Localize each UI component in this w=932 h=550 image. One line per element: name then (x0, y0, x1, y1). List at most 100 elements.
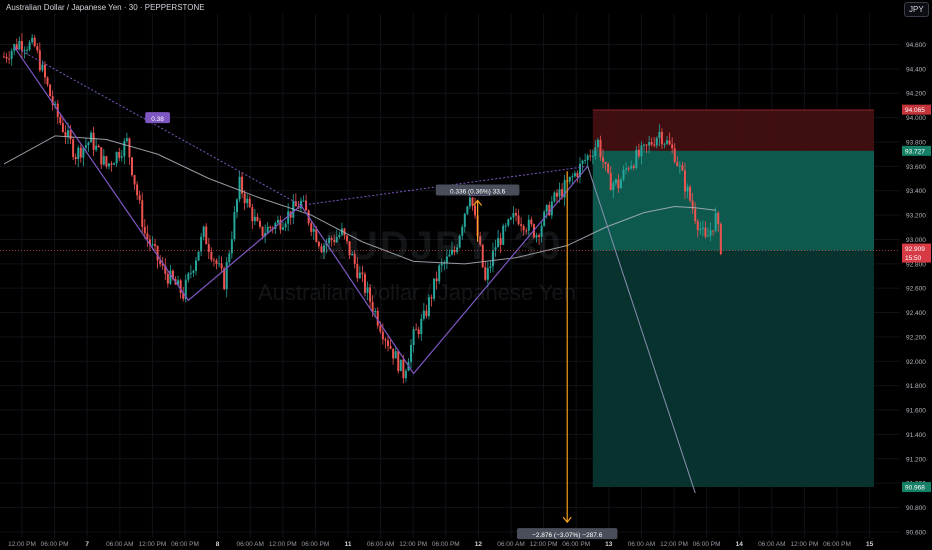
last-price-label: 92.909 (902, 243, 931, 254)
candle (238, 171, 241, 203)
candle-body (573, 173, 576, 177)
candle (509, 216, 512, 221)
candle (33, 34, 36, 48)
candle-body (20, 40, 23, 51)
candle-body (59, 116, 62, 123)
candle-body (668, 140, 671, 145)
candle (251, 203, 254, 230)
candle-body (607, 163, 610, 173)
candle-body (602, 157, 605, 162)
candle (100, 147, 103, 170)
x-tick-label: 06:00 AM (106, 541, 133, 548)
candle-body (635, 149, 638, 168)
x-tick-label: 06:00 PM (41, 541, 69, 548)
candle-body (253, 216, 256, 222)
candle-body (223, 268, 226, 290)
currency-badge[interactable]: JPY (904, 2, 929, 17)
candle-body (110, 163, 113, 165)
candle (46, 76, 49, 87)
candle (189, 265, 192, 279)
countdown-label: 15:50 (902, 252, 931, 263)
candle-body (207, 244, 210, 252)
candle-body (663, 143, 666, 145)
candle-body (189, 272, 192, 274)
ratio-label-1: 0.38 (145, 112, 170, 124)
candle (107, 162, 110, 170)
x-tick-label: 12:00 PM (138, 541, 166, 548)
candle-body (384, 339, 387, 341)
symbol-title[interactable]: Australian Dollar / Japanese Yen · 30 · … (6, 3, 205, 12)
candle-body (594, 147, 597, 157)
y-tick-label: 93.000 (906, 237, 926, 244)
candle-body (187, 273, 190, 280)
candle (205, 223, 208, 245)
candle (512, 206, 515, 225)
candle (584, 153, 587, 165)
y-tick-label: 94.200 (906, 91, 926, 98)
last-price-label-text: 92.909 (905, 246, 925, 253)
candle-body (141, 200, 144, 227)
ratio-label-1-text: 0.38 (151, 116, 164, 123)
candle-body (3, 56, 5, 58)
candle-body (228, 253, 231, 263)
candle-body (305, 200, 308, 211)
target-price-label-text: 90.968 (905, 485, 925, 492)
candle (225, 257, 228, 298)
measure-down-label-text: −2.876 (−3.07%) −287.6 (532, 532, 603, 539)
candle (474, 197, 477, 219)
y-tick-label: 91.200 (906, 456, 926, 463)
candle-body (143, 226, 146, 234)
candle-body (589, 155, 592, 157)
candle-body (555, 192, 558, 197)
candle (72, 136, 75, 160)
candle-body (358, 272, 361, 279)
y-axis: 94.600 94.400 94.200 94.000 93.800 93.600 93.4… (900, 0, 932, 550)
candle-body (619, 179, 622, 189)
stop-price-label-text: 94.065 (905, 107, 925, 114)
candle-body (660, 131, 663, 145)
candle-body (571, 176, 574, 178)
price-chart[interactable]: 0.381.190.336 (0.36%) 33.6−2.876 (−3.07%… (0, 0, 932, 550)
candle-body (399, 359, 402, 372)
x-tick-label: 12 (475, 541, 483, 548)
candle-body (645, 144, 648, 146)
candle (573, 170, 576, 178)
candle-body (486, 268, 489, 280)
candle-body (133, 175, 136, 185)
x-tick-label: 14 (736, 541, 744, 548)
candle-body (676, 162, 679, 166)
candle (197, 251, 200, 261)
candle-body (717, 212, 720, 225)
x-tick-label: 15 (866, 541, 874, 548)
candle-body (105, 156, 108, 167)
candle (64, 125, 67, 145)
candle-body (5, 56, 8, 59)
candle-body (77, 147, 80, 159)
pattern-ratio-line-1 (13, 46, 302, 206)
candle-body (415, 329, 418, 331)
stop-line (592, 109, 874, 111)
candle-body (410, 344, 413, 363)
x-tick-label: 06:00 AM (236, 541, 263, 548)
candle-body (302, 200, 305, 202)
candle (305, 194, 308, 211)
candle (212, 257, 215, 267)
x-tick-label: 06:00 AM (628, 541, 655, 548)
candle-body (107, 163, 110, 167)
candle-body (397, 351, 400, 372)
candle-body (84, 145, 87, 148)
candle-body (136, 184, 139, 196)
measure-down-label: −2.876 (−3.07%) −287.6 (517, 528, 618, 540)
y-tick-label: 93.800 (906, 139, 926, 146)
candle-body (97, 145, 100, 148)
candle-body (643, 144, 645, 146)
candle-body (95, 145, 98, 150)
candle-body (719, 224, 722, 255)
candle (164, 258, 167, 281)
candle-body (714, 212, 717, 231)
candle-body (420, 318, 423, 335)
candle-body (381, 331, 384, 340)
candle-body (46, 77, 49, 85)
candle-body (632, 166, 635, 168)
candle (90, 130, 93, 143)
